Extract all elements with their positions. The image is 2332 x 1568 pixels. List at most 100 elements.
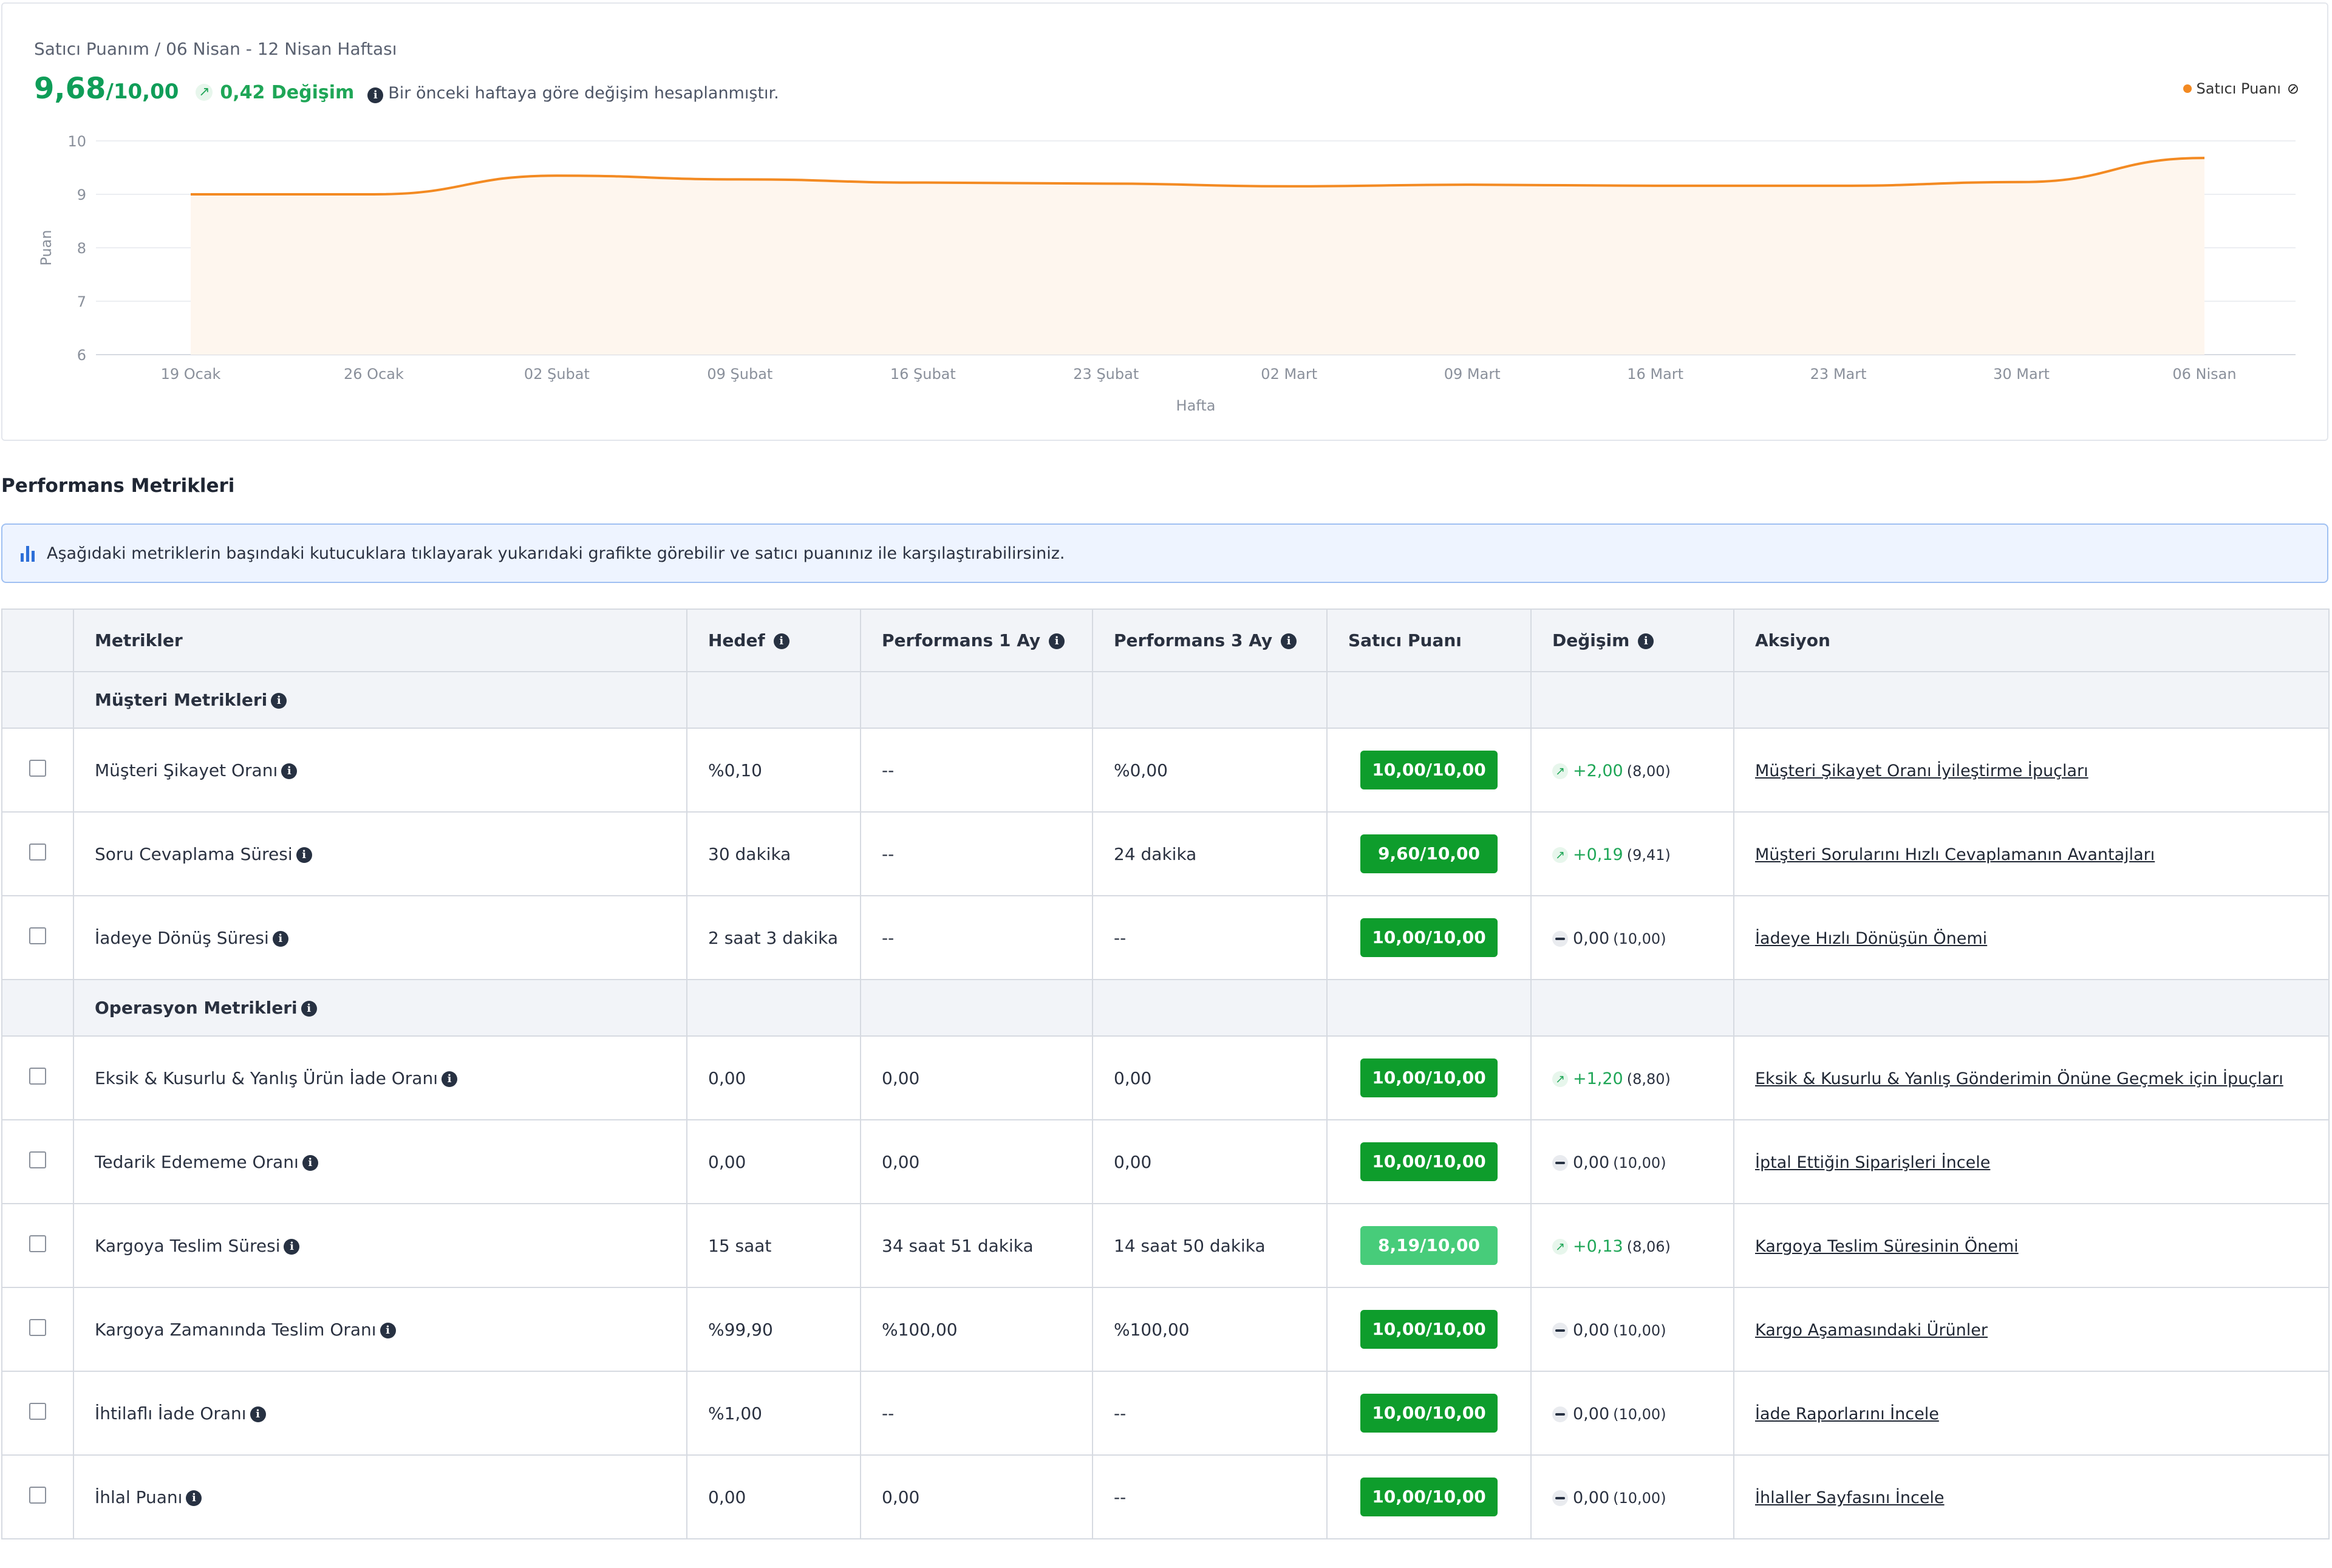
info-icon[interactable]: i [1049, 633, 1065, 649]
metric-name: Müşteri Şikayet Oranı [95, 760, 278, 780]
x-tick-label: 02 Şubat [524, 366, 590, 383]
metric-cell: İadeye Dönüş Süresi i [73, 895, 687, 980]
header-metric-label: Metrikler [95, 630, 183, 650]
info-icon[interactable]: i [773, 633, 789, 649]
y-tick-label: 9 [77, 186, 86, 203]
target-value: 2 saat 3 dakika [708, 927, 839, 948]
row-checkbox-cell [1, 1287, 74, 1372]
action-link[interactable]: Müşteri Şikayet Oranı İyileştirme İpuçla… [1755, 762, 2088, 780]
group-title: Müşteri Metrikleri [95, 690, 268, 710]
header-action-label: Aksiyon [1755, 630, 1830, 650]
action-cell: Kargo Aşamasındaki Ürünler [1733, 1287, 2330, 1372]
metric-checkbox[interactable] [29, 927, 46, 944]
target-cell: 2 saat 3 dakika [686, 895, 861, 980]
action-link[interactable]: Eksik & Kusurlu & Yanlış Gönderimin Önün… [1755, 1069, 2283, 1088]
metric-checkbox[interactable] [29, 843, 46, 861]
action-link[interactable]: Kargoya Teslim Süresinin Önemi [1755, 1237, 2019, 1256]
change-value: +0,19 [1573, 845, 1623, 864]
metric-checkbox[interactable] [29, 1235, 46, 1252]
perf1-value: %100,00 [882, 1319, 958, 1340]
change-cell: ↗ +0,13 (8,06) [1530, 1203, 1734, 1288]
group-empty-cell [1092, 671, 1328, 729]
perf3-cell: %100,00 [1092, 1287, 1328, 1372]
action-link[interactable]: İptal Ettiğin Siparişleri İncele [1755, 1153, 1990, 1172]
header-target: Hedef i [686, 608, 861, 672]
trend-up-icon: ↗ [1552, 847, 1568, 863]
metric-checkbox[interactable] [29, 1067, 46, 1085]
y-tick-label: 6 [77, 347, 86, 364]
info-icon[interactable]: i [284, 1238, 300, 1255]
change-value: +0,13 [1573, 1236, 1623, 1256]
metric-checkbox[interactable] [29, 1402, 46, 1420]
metric-checkbox[interactable] [29, 1151, 46, 1168]
perf1-cell: -- [860, 895, 1093, 980]
group-empty-cell [860, 979, 1093, 1037]
metric-cell: İhlal Puanı i [73, 1454, 687, 1539]
action-cell: İptal Ettiğin Siparişleri İncele [1733, 1119, 2330, 1204]
perf1-cell: %100,00 [860, 1287, 1093, 1372]
metrics-table: Metrikler Hedef i Performans 1 Ay i Perfor… [1, 608, 2330, 1539]
action-link[interactable]: İade Raporlarını İncele [1755, 1405, 1939, 1423]
previous-score: (10,00) [1613, 930, 1666, 947]
target-cell: 30 dakika [686, 811, 861, 896]
perf3-cell: 0,00 [1092, 1035, 1328, 1120]
metric-checkbox[interactable] [29, 759, 46, 777]
action-link[interactable]: Kargo Aşamasındaki Ürünler [1755, 1321, 1988, 1340]
group-empty-cell [1326, 671, 1532, 729]
x-tick-label: 02 Mart [1261, 366, 1317, 383]
metric-checkbox[interactable] [29, 1486, 46, 1504]
action-link[interactable]: İhlaller Sayfasını İncele [1755, 1488, 1945, 1507]
action-link[interactable]: İadeye Hızlı Dönüşün Önemi [1755, 929, 1987, 948]
perf1-cell: 34 saat 51 dakika [860, 1203, 1093, 1288]
group-empty-cell [860, 671, 1093, 729]
change-cell: 0,00 (10,00) [1530, 1287, 1734, 1372]
change-cell: 0,00 (10,00) [1530, 1371, 1734, 1456]
action-cell: Kargoya Teslim Süresinin Önemi [1733, 1203, 2330, 1288]
info-icon[interactable]: i [301, 1001, 317, 1017]
info-icon[interactable]: i [1638, 633, 1654, 649]
info-icon[interactable]: i [380, 1322, 396, 1338]
action-link[interactable]: Müşteri Sorularını Hızlı Cevaplamanın Av… [1755, 845, 2155, 864]
perf1-cell: 0,00 [860, 1454, 1093, 1539]
info-icon[interactable]: i [272, 930, 288, 947]
info-icon[interactable]: i [302, 1154, 318, 1171]
change-value: 0,00 [1573, 1488, 1610, 1507]
perf1-cell: 0,00 [860, 1035, 1093, 1120]
info-icon[interactable]: i [271, 693, 287, 709]
perf3-cell: 0,00 [1092, 1119, 1328, 1204]
x-tick-label: 09 Şubat [707, 366, 772, 383]
score-chart-card: Satıcı Puanım / 06 Nisan - 12 Nisan Haft… [1, 2, 2328, 441]
action-cell: İadeye Hızlı Dönüşün Önemi [1733, 895, 2330, 980]
change-cell: 0,00 (10,00) [1530, 895, 1734, 980]
metric-cell: Eksik & Kusurlu & Yanlış Ürün İade Oranı… [73, 1035, 687, 1120]
x-tick-label: 26 Ocak [344, 366, 404, 383]
action-cell: İade Raporlarını İncele [1733, 1371, 2330, 1456]
metric-name: Kargoya Zamanında Teslim Oranı [95, 1319, 377, 1340]
metric-cell: Müşteri Şikayet Oranı i [73, 728, 687, 813]
row-checkbox-cell [1, 895, 74, 980]
row-checkbox-cell [1, 1203, 74, 1288]
info-banner: Aşağıdaki metriklerin başındaki kutucukl… [1, 523, 2328, 583]
group-empty-cell [1733, 671, 2330, 729]
trend-up-icon: ↗ [1552, 763, 1568, 779]
score-badge: 10,00/10,00 [1360, 1394, 1498, 1433]
perf3-value: 0,00 [1114, 1068, 1152, 1088]
row-checkbox-cell [1, 1035, 74, 1120]
metric-checkbox[interactable] [29, 1318, 46, 1336]
perf3-value: 0,00 [1114, 1151, 1152, 1172]
target-value: 15 saat [708, 1235, 772, 1256]
info-icon[interactable]: i [186, 1490, 202, 1506]
score-cell: 10,00/10,00 [1326, 1035, 1532, 1120]
info-banner-text: Aşağıdaki metriklerin başındaki kutucukl… [47, 544, 1065, 563]
perf1-value: 0,00 [882, 1487, 920, 1507]
header-score: Satıcı Puanı [1326, 608, 1532, 672]
x-tick-label: 16 Mart [1627, 366, 1683, 383]
info-icon[interactable]: i [250, 1406, 266, 1422]
row-checkbox-cell [1, 811, 74, 896]
metric-cell: Soru Cevaplama Süresi i [73, 811, 687, 896]
y-tick-label: 7 [77, 293, 86, 310]
info-icon[interactable]: i [1281, 633, 1297, 649]
info-icon[interactable]: i [281, 763, 298, 779]
info-icon[interactable]: i [296, 847, 312, 863]
info-icon[interactable]: i [442, 1071, 457, 1087]
